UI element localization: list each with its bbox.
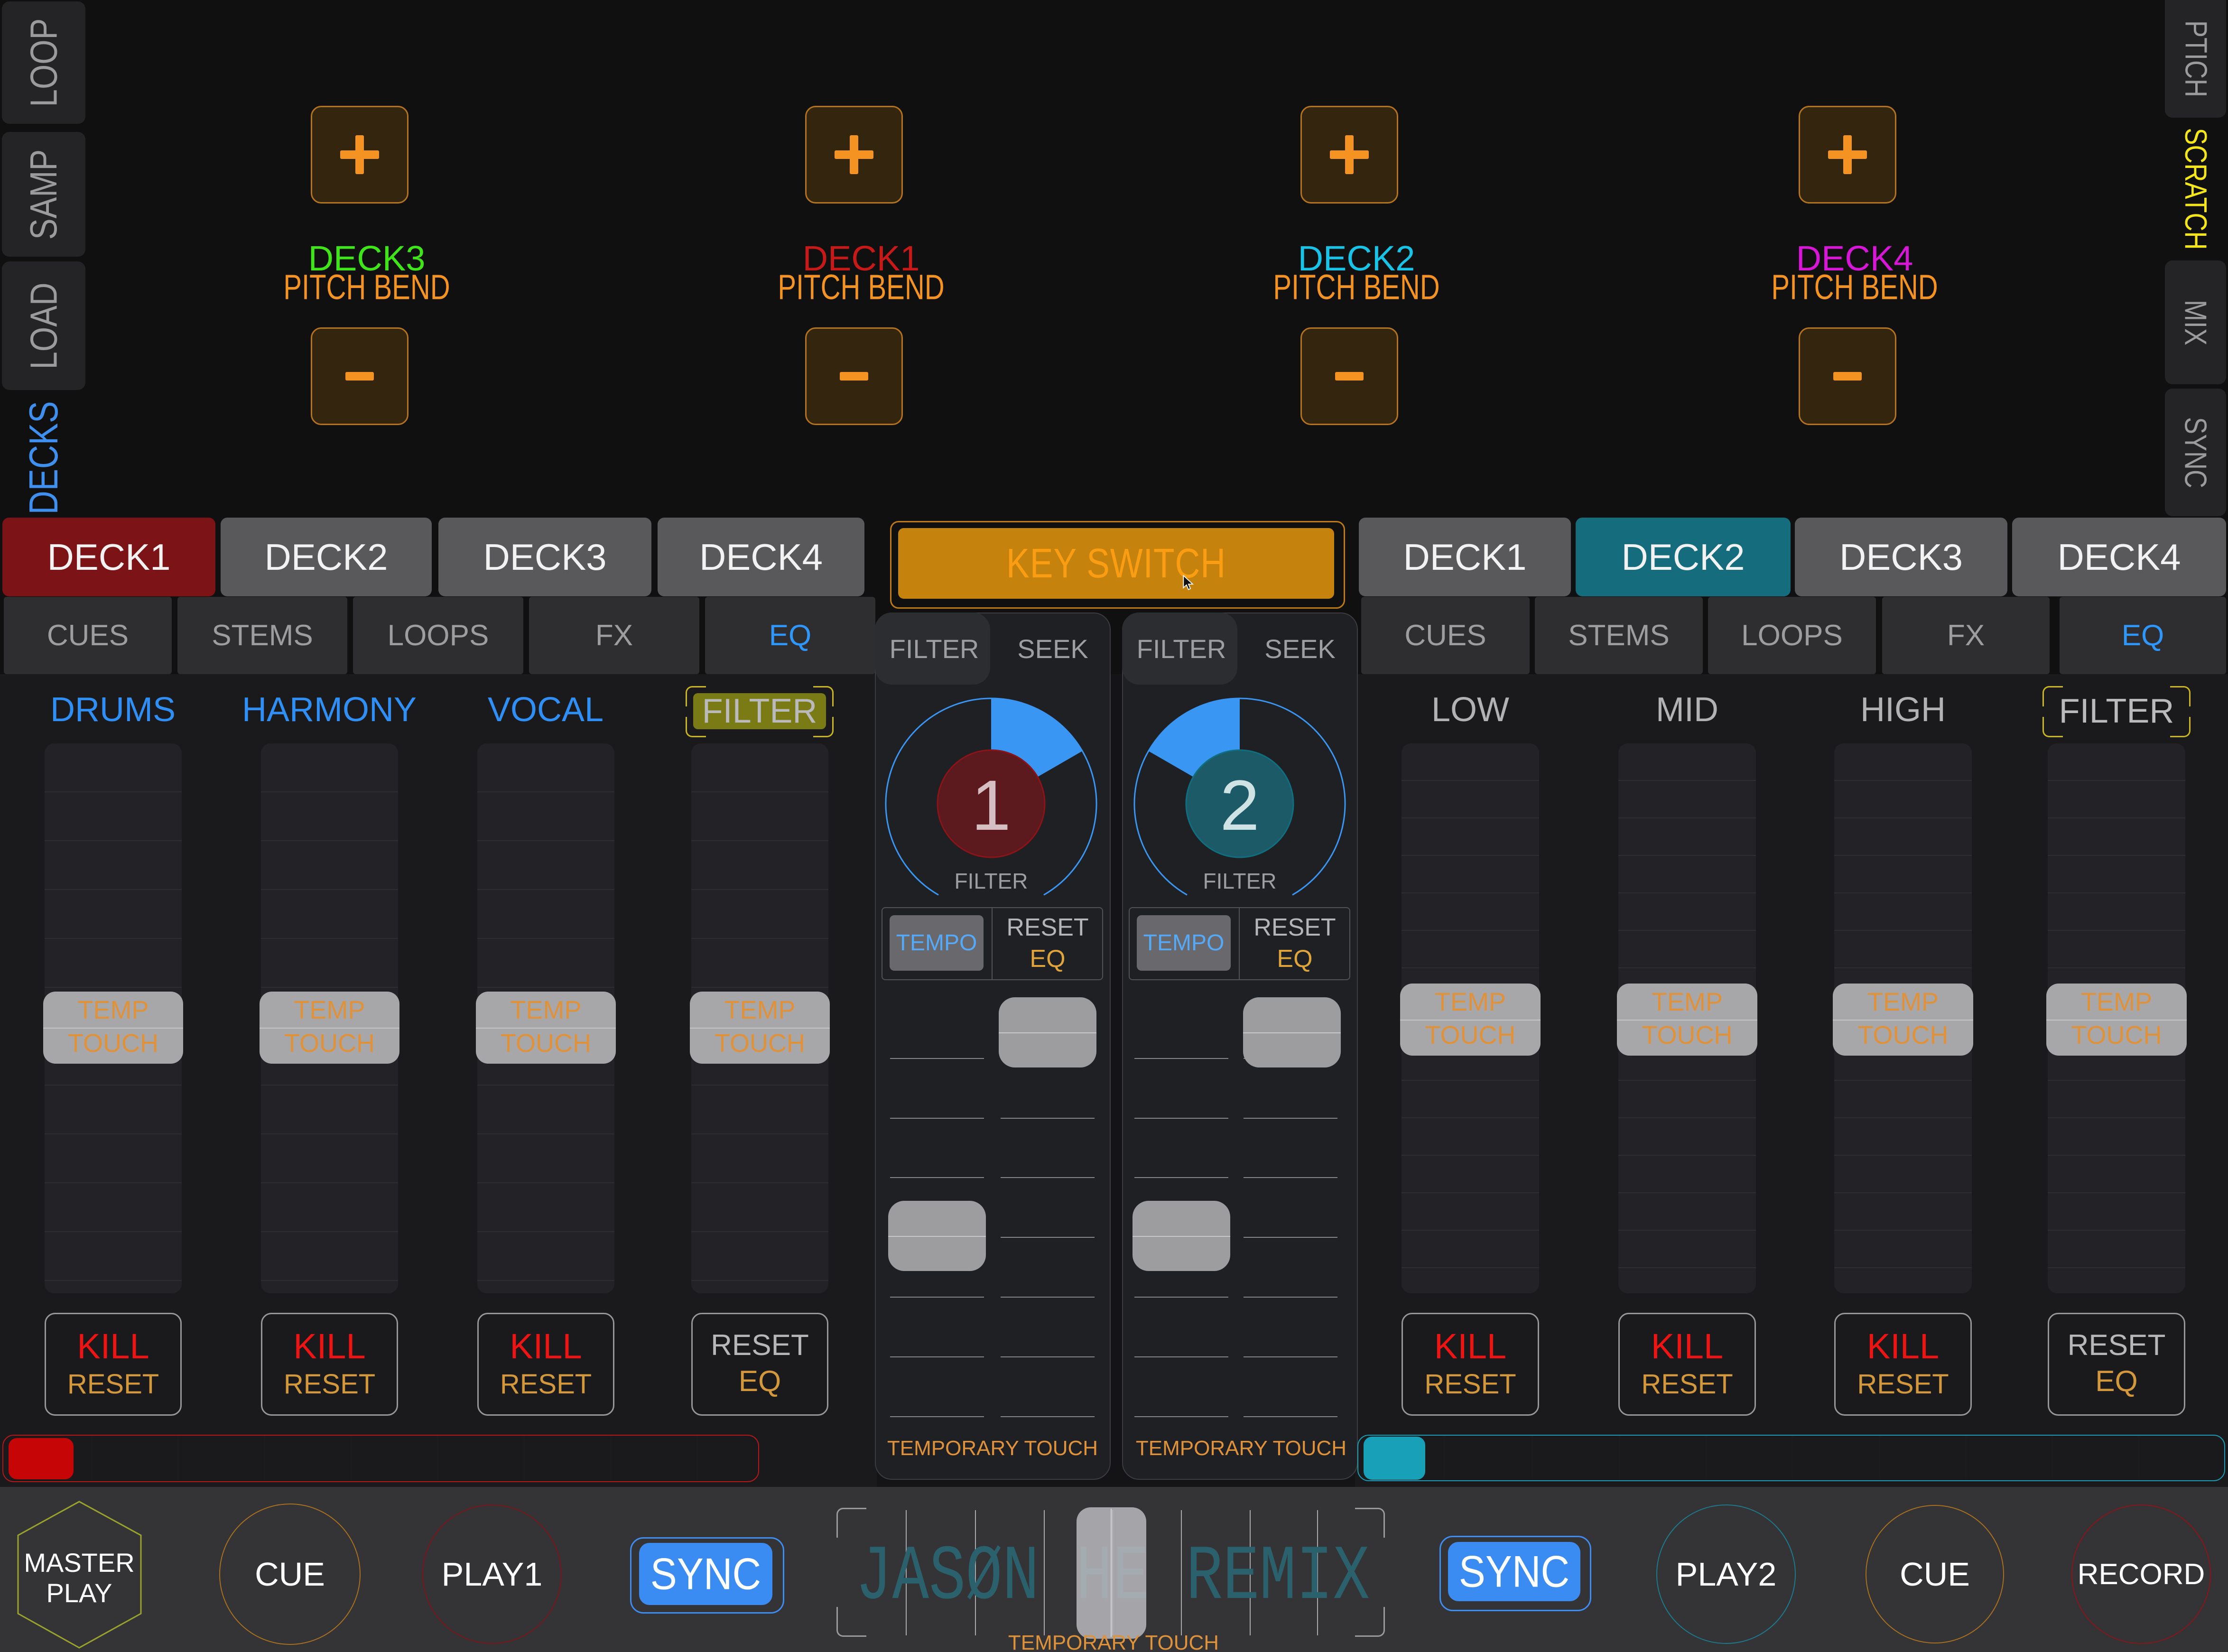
svg-text:2: 2: [1220, 765, 1259, 845]
svg-text:1: 1: [971, 765, 1011, 845]
